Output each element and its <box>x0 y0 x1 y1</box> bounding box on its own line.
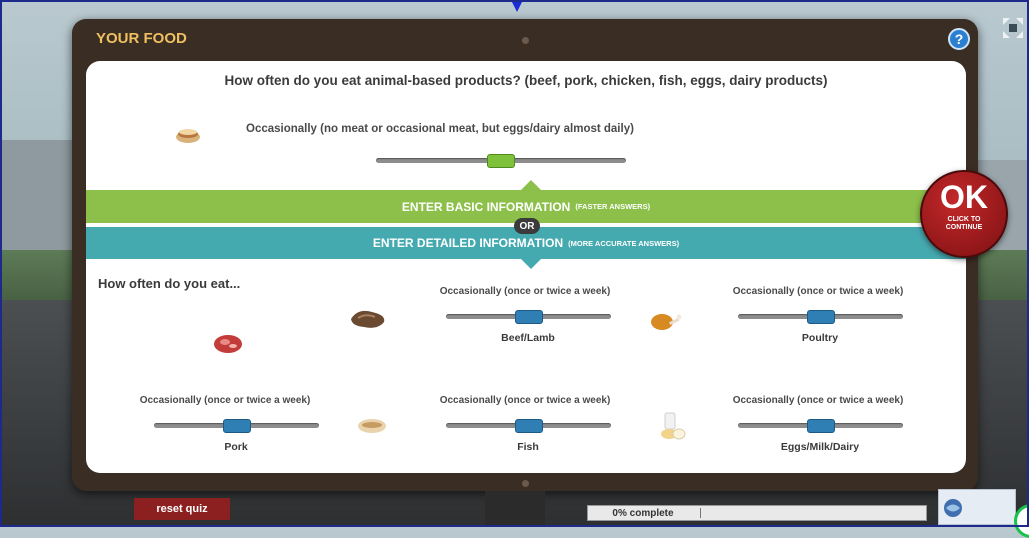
top-question-value: Occasionally (no meat or occasional meat… <box>246 123 634 135</box>
progress-bar: 0% complete <box>587 505 927 521</box>
or-badge: OR <box>514 218 540 234</box>
sandwich-icon <box>174 125 202 149</box>
top-question-slider[interactable] <box>376 154 626 168</box>
fish-frequency: Occasionally (once or twice a week) <box>439 395 611 406</box>
dairy-frequency: Occasionally (once or twice a week) <box>732 395 904 406</box>
dairy-label: Eggs/Milk/Dairy <box>780 441 860 453</box>
dairy-slider-thumb[interactable] <box>807 419 835 433</box>
progress-divider <box>700 508 701 518</box>
beef-lamb-label: Beef/Lamb <box>501 332 555 344</box>
fish-label: Fish <box>517 441 539 453</box>
ok-continue-button[interactable]: OK CLICK TO CONTINUE <box>920 170 1008 258</box>
background-building-left <box>0 140 72 260</box>
fish-slider[interactable] <box>446 419 611 433</box>
poultry-slider[interactable] <box>738 310 903 324</box>
main-question: How often do you eat animal-based produc… <box>224 73 828 88</box>
poultry-label: Poultry <box>801 332 839 344</box>
chicken-leg-icon <box>649 309 683 339</box>
beef-lamb-frequency: Occasionally (once or twice a week) <box>439 286 611 297</box>
meat-icon <box>212 331 244 359</box>
ok-sub-line2: CONTINUE <box>945 224 983 231</box>
pork-frequency: Occasionally (once or twice a week) <box>139 395 311 406</box>
detailed-label: ENTER DETAILED INFORMATION <box>372 236 564 250</box>
reset-quiz-button[interactable]: reset quiz <box>134 498 230 520</box>
help-button[interactable]: ? <box>948 28 970 50</box>
pointer-arrow-icon <box>511 0 523 12</box>
dairy-icon <box>659 411 687 445</box>
top-question-slider-thumb[interactable] <box>487 154 515 168</box>
steak-icon <box>348 306 388 336</box>
band-arrow-up-icon <box>521 180 541 190</box>
detailed-small-label: (MORE ACCURATE ANSWERS) <box>568 238 680 248</box>
fish-slider-thumb[interactable] <box>515 419 543 433</box>
detailed-heading: How often do you eat... <box>98 276 241 291</box>
panel-camera-dot <box>522 37 529 44</box>
monitor-stand <box>485 491 545 527</box>
panel-title: YOUR FOOD <box>96 30 187 47</box>
band-arrow-down-icon <box>521 259 541 269</box>
panel-bottom-dot <box>522 480 529 487</box>
basic-label: ENTER BASIC INFORMATION <box>401 199 571 214</box>
fish-icon <box>356 416 390 440</box>
question-card: How often do you eat animal-based produc… <box>86 61 966 473</box>
pork-slider-thumb[interactable] <box>223 419 251 433</box>
pork-label: Pork <box>224 441 248 453</box>
beef-lamb-slider-thumb[interactable] <box>515 310 543 324</box>
poultry-frequency: Occasionally (once or twice a week) <box>732 286 904 297</box>
basic-small-label: (FASTER ANSWERS) <box>575 202 651 211</box>
ok-sub-line1: CLICK TO <box>947 216 981 223</box>
sponsor-logo <box>938 489 1016 525</box>
ok-label: OK <box>940 179 988 215</box>
progress-text: 0% complete <box>612 507 674 519</box>
food-quiz-panel: YOUR FOOD ? How often do you eat animal-… <box>72 19 978 491</box>
fullscreen-icon[interactable] <box>1001 16 1025 40</box>
beef-lamb-slider[interactable] <box>446 310 611 324</box>
pork-slider[interactable] <box>154 419 319 433</box>
poultry-slider-thumb[interactable] <box>807 310 835 324</box>
dairy-slider[interactable] <box>738 419 903 433</box>
